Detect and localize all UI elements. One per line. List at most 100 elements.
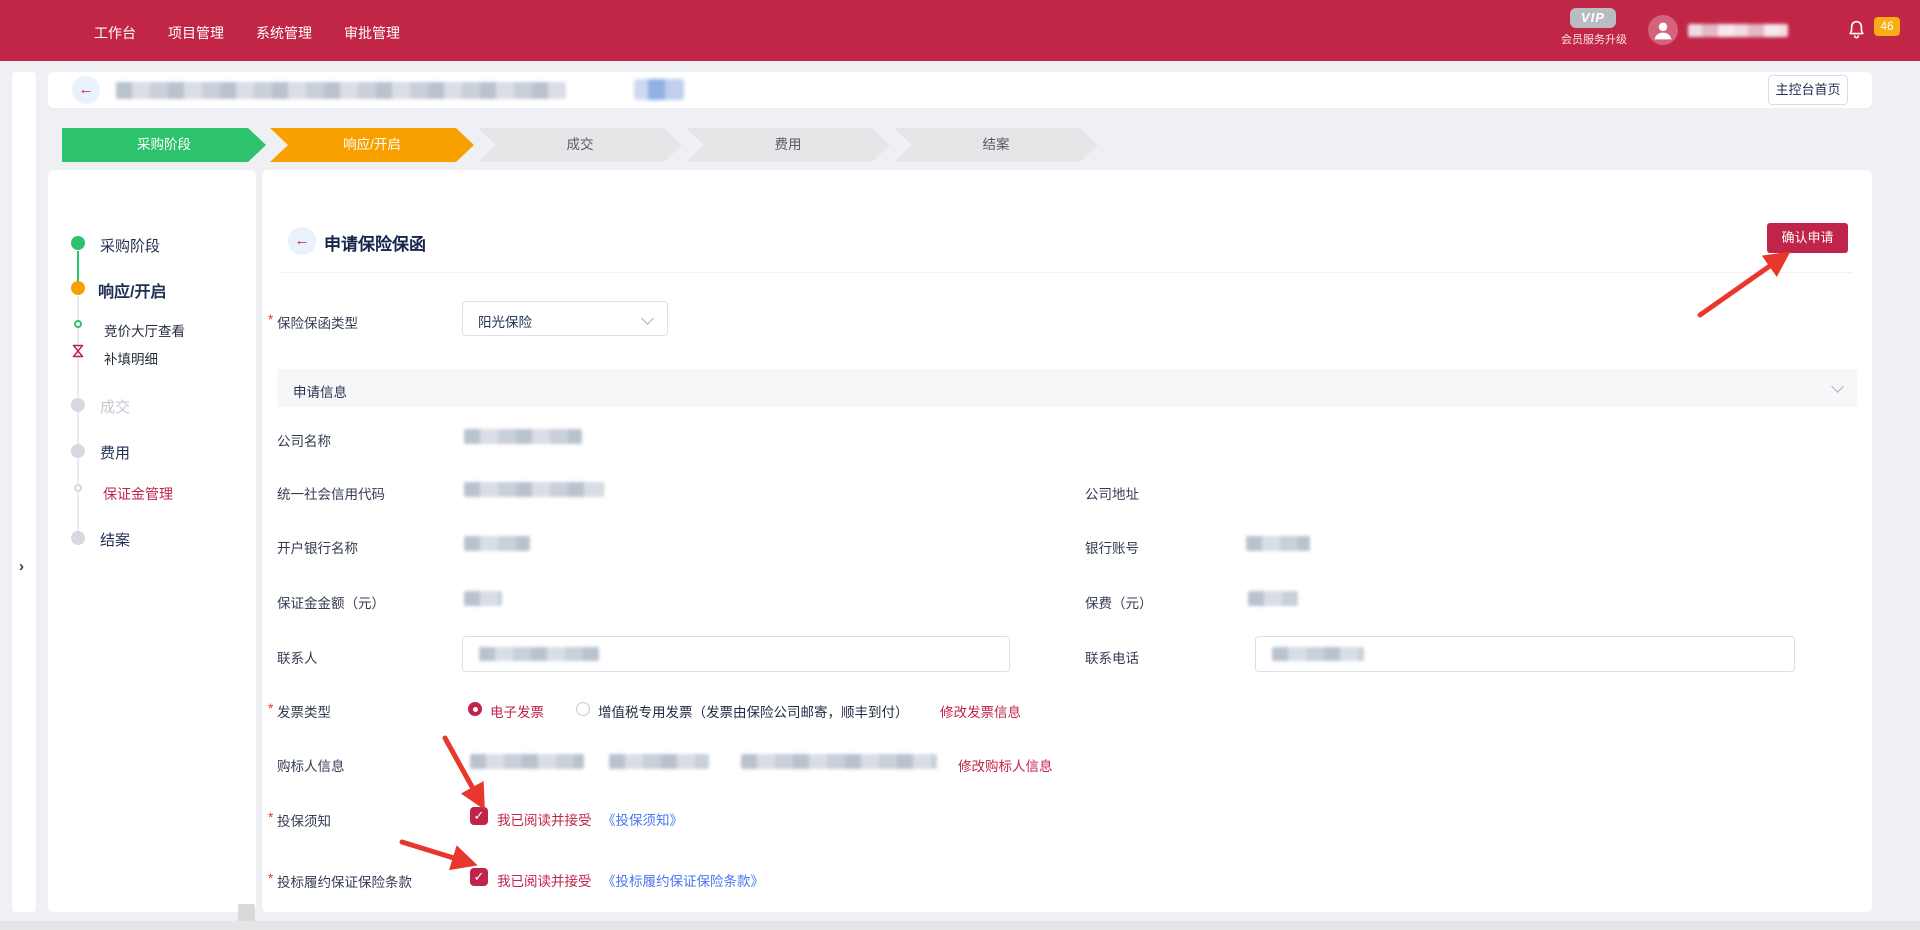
sidebar-item-procurement[interactable]: 采购阶段 [100,235,160,256]
buyer-value-redacted [741,754,937,769]
company-name-label: 公司名称 [277,430,331,450]
section-application-info[interactable]: 申请信息 [277,369,1857,407]
vat-invoice-option-label[interactable]: 增值税专用发票（发票由保险公司邮寄，顺丰到付） [598,701,909,721]
stepper-step-deal[interactable]: 成交 [478,128,682,162]
performance-terms-label: 投标履约保证保险条款 [277,871,412,891]
notification-bell-icon[interactable] [1846,18,1867,46]
contact-phone-value-redacted [1272,647,1364,661]
top-navbar: 工作台 项目管理 系统管理 审批管理 VIP 会员服务升级 46 [0,0,1920,61]
buyer-info-label: 购标人信息 [277,755,345,775]
console-home-button[interactable]: 主控台首页 [1768,75,1848,105]
user-name-redacted[interactable] [1688,24,1788,37]
sidebar-item-bidding-hall[interactable]: 竞价大厅查看 [104,320,185,340]
user-avatar[interactable] [1648,15,1678,45]
bank-account-label: 银行账号 [1085,537,1139,557]
insurance-notice-doc-link[interactable]: 《投保须知》 [602,809,683,829]
sidebar-item-deal[interactable]: 成交 [100,396,130,417]
contact-input[interactable] [462,636,1010,672]
vip-badge[interactable]: VIP [1570,8,1616,28]
check-icon: ✓ [474,869,485,884]
deposit-amount-label: 保证金金额（元） [277,592,385,612]
dot-upcoming-icon [71,531,85,545]
stepper-step-procurement[interactable]: 采购阶段 [62,128,266,162]
dot-upcoming-icon [71,444,85,458]
chevron-down-icon [641,312,654,325]
horizontal-scrollbar[interactable] [0,921,1920,930]
header-back-button[interactable]: ← [72,76,100,104]
timeline-segment-done [77,251,79,281]
company-name-value-redacted [464,429,582,444]
chevron-down-icon[interactable] [1831,380,1844,393]
nav-item-approval-mgmt[interactable]: 审批管理 [344,23,400,43]
contact-phone-label: 联系电话 [1085,647,1139,667]
process-sidebar: 采购阶段 响应/开启 竞价大厅查看 补填明细 成交 费用 保证金管理 结案 [48,170,256,912]
bank-account-value-redacted [1246,536,1310,551]
status-tag-redacted [634,79,684,100]
required-mark: * [268,871,273,886]
vip-upgrade-label[interactable]: 会员服务升级 [1556,31,1632,47]
insurance-type-select[interactable]: 阳光保险 [462,301,668,336]
agree-text: 我已阅读并接受 [497,809,592,829]
buyer-value-redacted [609,754,709,769]
dot-done-icon [71,236,85,250]
insurance-type-label: 保险保函类型 [277,312,358,332]
credit-code-value-redacted [464,482,604,497]
notification-count-badge[interactable]: 46 [1874,17,1900,36]
stepper-step-close[interactable]: 结案 [894,128,1098,162]
insurance-type-value: 阳光保险 [478,311,532,331]
title-divider [282,272,1852,273]
check-icon: ✓ [474,808,485,823]
section-title: 申请信息 [293,381,347,401]
stepper-step-response-open[interactable]: 响应/开启 [270,128,474,162]
nav-item-system-mgmt[interactable]: 系统管理 [256,23,312,43]
sidebar-item-deposit-mgmt[interactable]: 保证金管理 [103,484,173,504]
insurance-notice-label: 投保须知 [277,810,331,830]
sidebar-item-fill-details[interactable]: 补填明细 [104,348,158,368]
back-arrow-icon: ← [79,81,94,98]
stepper-step-fee[interactable]: 费用 [686,128,890,162]
premium-value-redacted [1248,591,1298,606]
required-mark: * [268,810,273,825]
edit-invoice-info-link[interactable]: 修改发票信息 [940,701,1021,721]
sidebar-item-response-open[interactable]: 响应/开启 [98,278,166,302]
page-title: 申请保险保函 [324,230,426,255]
contact-phone-input[interactable] [1255,636,1795,672]
radio-electronic-invoice[interactable] [468,702,482,716]
required-mark: * [268,312,273,327]
hourglass-icon [72,344,84,358]
timeline-segment [77,296,79,532]
performance-terms-checkbox[interactable]: ✓ [470,868,488,886]
premium-label: 保费（元） [1085,592,1153,612]
person-icon [1648,15,1678,45]
company-address-label: 公司地址 [1085,483,1139,503]
buyer-value-redacted [470,754,584,769]
required-mark: * [268,701,273,716]
panel-back-button[interactable]: ← [288,227,316,255]
project-title-redacted [116,82,566,99]
radio-vat-invoice[interactable] [576,702,590,716]
insurance-notice-checkbox[interactable]: ✓ [470,807,488,825]
sidebar-item-fee[interactable]: 费用 [100,442,130,463]
expand-chevron-icon[interactable]: › [19,558,24,575]
performance-terms-doc-link[interactable]: 《投标履约保证保险条款》 [602,870,764,890]
invoice-type-label: 发票类型 [277,701,331,721]
agree-text: 我已阅读并接受 [497,870,592,890]
sidebar-item-close[interactable]: 结案 [100,529,130,550]
credit-code-label: 统一社会信用代码 [277,483,385,503]
sidebar-collapse-bar[interactable]: › [12,72,36,912]
confirm-apply-button[interactable]: 确认申请 [1767,223,1848,253]
bank-name-label: 开户银行名称 [277,537,358,557]
bank-name-value-redacted [464,536,530,551]
contact-value-redacted [479,647,599,661]
electronic-invoice-option-label[interactable]: 电子发票 [490,701,544,721]
contact-label: 联系人 [277,647,318,667]
nav-item-workbench[interactable]: 工作台 [94,23,136,43]
dot-current-icon [71,281,85,295]
dot-disabled-icon [71,398,85,412]
circle-active-page-icon [74,484,82,492]
deposit-amount-value-redacted [464,591,502,606]
edit-buyer-info-link[interactable]: 修改购标人信息 [958,755,1053,775]
back-arrow-icon: ← [295,232,310,249]
page-header-bar: ← [48,72,1872,108]
nav-item-project-mgmt[interactable]: 项目管理 [168,23,224,43]
